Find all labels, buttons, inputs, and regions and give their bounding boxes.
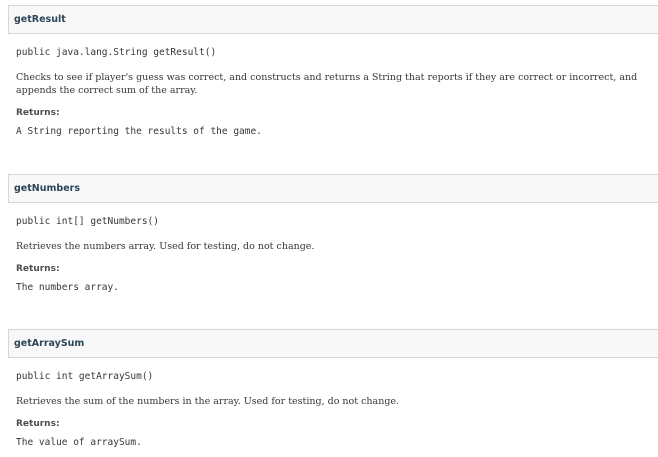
method-heading: getNumbers xyxy=(8,174,658,203)
returns-label: Returns: xyxy=(16,108,60,118)
returns-value: The value of arraySum. xyxy=(16,437,142,448)
method-signature: public int getArraySum() xyxy=(16,371,154,382)
method-detail-getResult: getResult public java.lang.String getRes… xyxy=(8,5,658,138)
method-detail-getArraySum: getArraySum public int getArraySum() Ret… xyxy=(8,329,658,449)
method-heading: getResult xyxy=(8,5,658,34)
returns-value: A String reporting the results of the ga… xyxy=(16,126,262,137)
method-description: Retrieves the sum of the numbers in the … xyxy=(16,396,400,407)
method-heading: getArraySum xyxy=(8,329,658,358)
returns-value: The numbers array. xyxy=(16,282,119,293)
method-description: Retrieves the numbers array. Used for te… xyxy=(16,241,315,252)
method-detail-getNumbers: getNumbers public int[] getNumbers() Ret… xyxy=(8,174,658,294)
method-description: Checks to see if player's guess was corr… xyxy=(16,72,638,96)
method-signature: public java.lang.String getResult() xyxy=(16,47,217,58)
returns-label: Returns: xyxy=(16,264,60,274)
method-signature: public int[] getNumbers() xyxy=(16,216,159,227)
returns-label: Returns: xyxy=(16,419,60,429)
